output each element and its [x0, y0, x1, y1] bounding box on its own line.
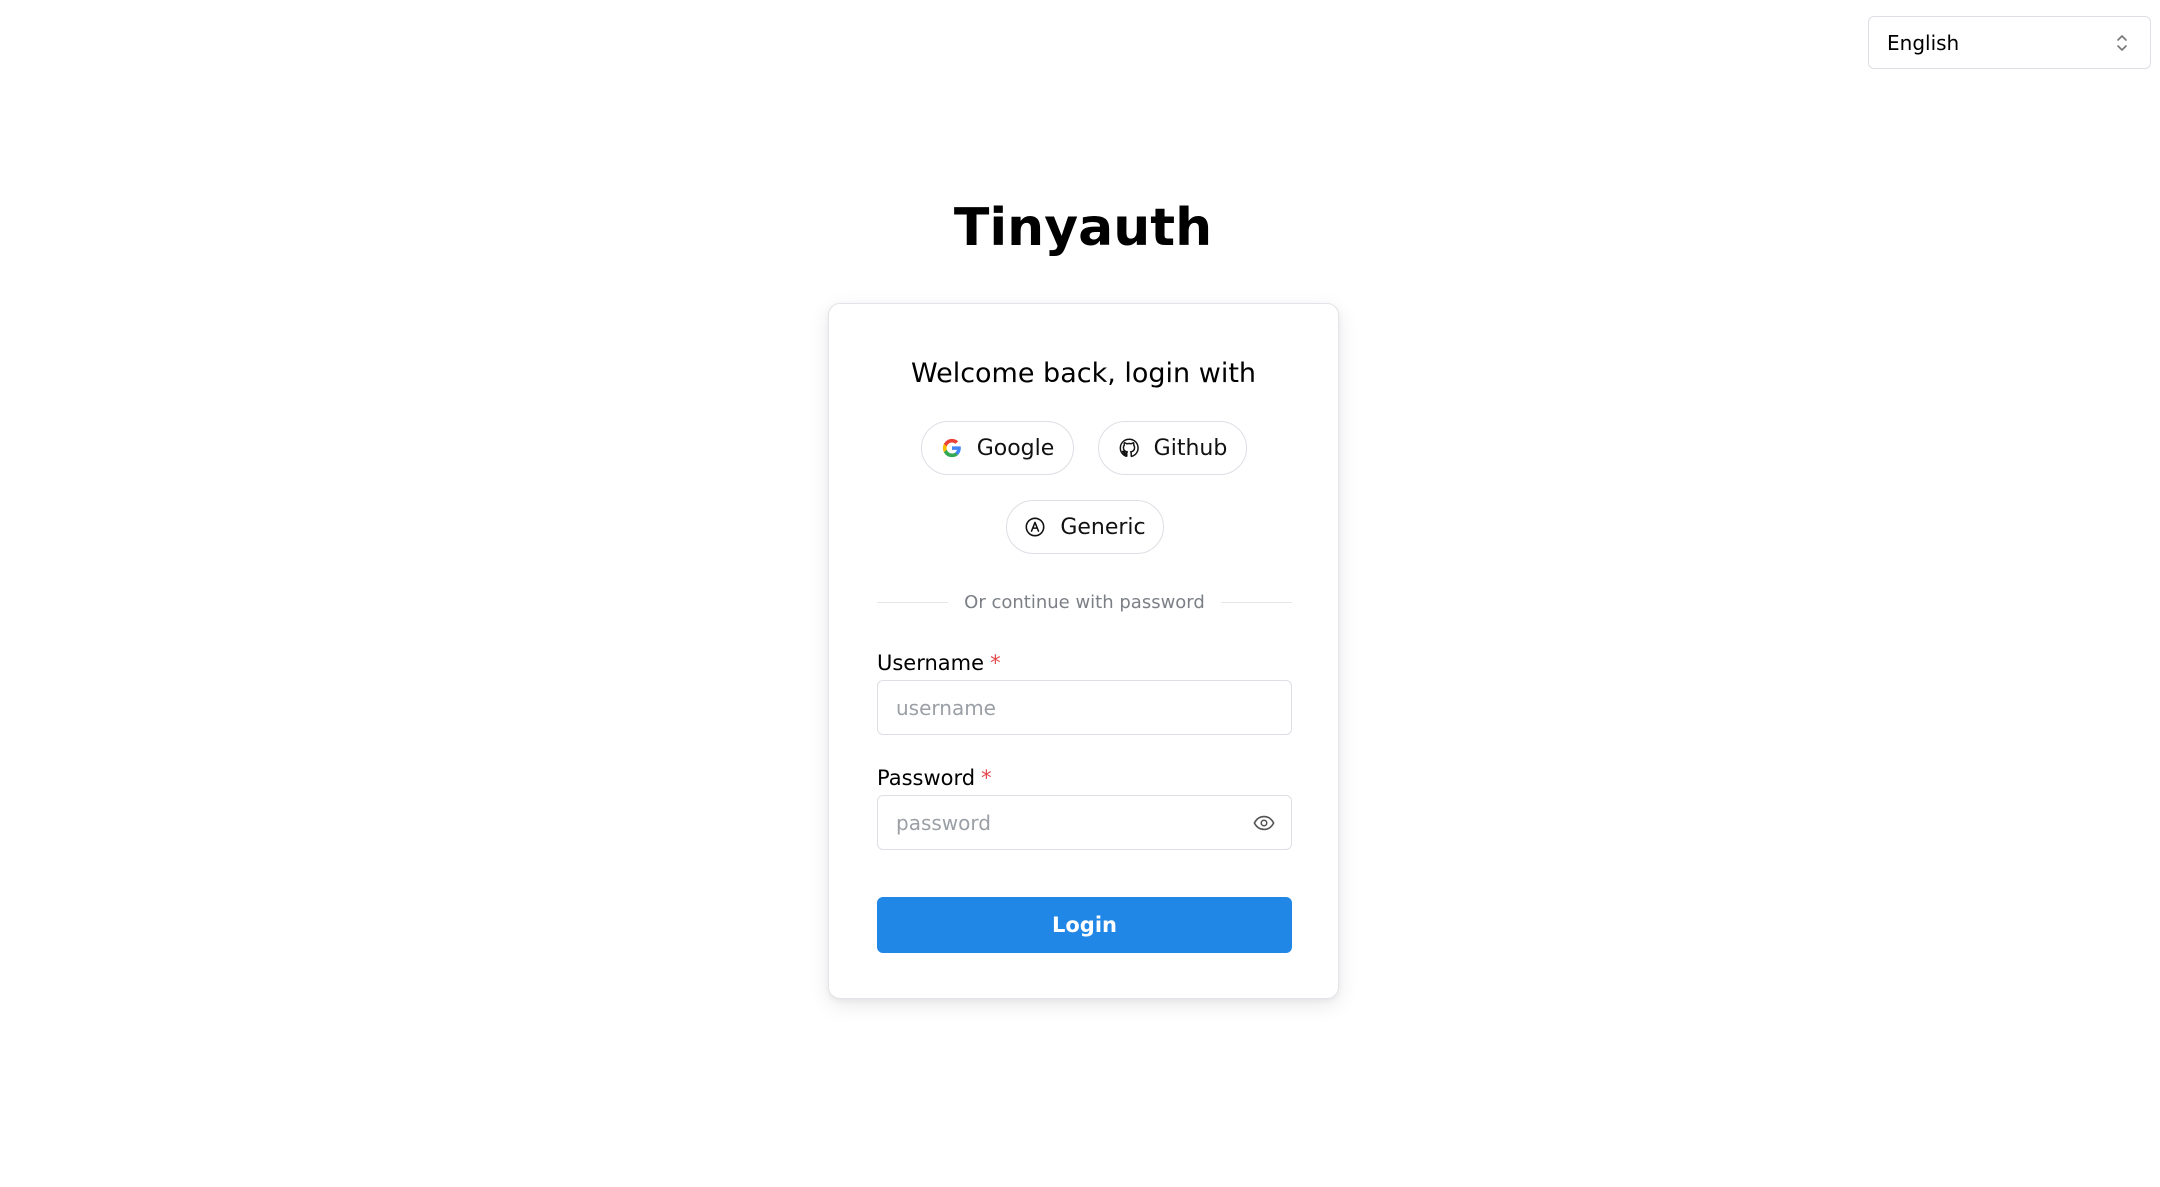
password-placeholder: password	[896, 810, 991, 835]
google-login-label: Google	[976, 435, 1055, 461]
github-login-label: Github	[1153, 435, 1228, 461]
language-select-value: English	[1887, 30, 1960, 55]
password-divider: Or continue with password	[877, 589, 1292, 615]
username-placeholder: username	[896, 695, 996, 720]
login-button[interactable]: Login	[877, 897, 1292, 953]
divider-line-right	[1220, 601, 1292, 603]
divider-line-left	[877, 601, 949, 603]
username-label-text: Username	[877, 651, 985, 675]
password-label: Password *	[877, 764, 992, 792]
google-icon	[941, 437, 963, 459]
chevron-up-down-icon	[2116, 33, 2128, 53]
google-login-button[interactable]: Google	[921, 421, 1074, 475]
password-label-text: Password	[877, 766, 976, 790]
generic-login-label: Generic	[1060, 514, 1146, 540]
at-sign-icon	[1024, 516, 1046, 538]
app-title: Tinyauth	[953, 198, 1213, 258]
divider-text: Or continue with password	[964, 591, 1205, 613]
login-card: Welcome back, login with Google Github G…	[828, 303, 1339, 999]
github-icon	[1118, 437, 1140, 459]
github-login-button[interactable]: Github	[1098, 421, 1247, 475]
password-required-marker: *	[981, 766, 992, 790]
password-input[interactable]: password	[877, 795, 1292, 850]
username-input[interactable]: username	[877, 680, 1292, 735]
eye-icon[interactable]	[1253, 813, 1275, 833]
generic-login-button[interactable]: Generic	[1006, 500, 1164, 554]
card-heading: Welcome back, login with	[910, 358, 1257, 389]
username-label: Username *	[877, 649, 1001, 677]
language-select[interactable]: English	[1868, 16, 2151, 69]
username-required-marker: *	[990, 651, 1001, 675]
